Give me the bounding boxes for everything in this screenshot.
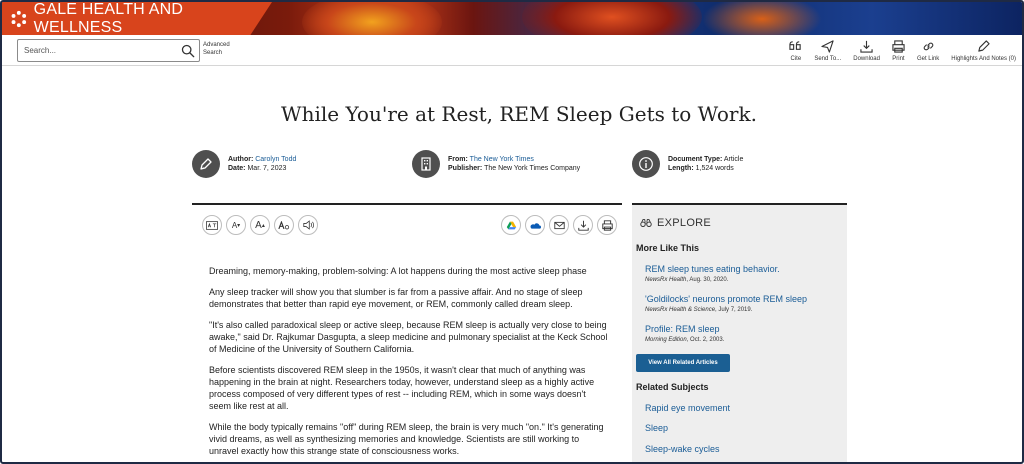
- advanced-search-link[interactable]: Advanced Search: [203, 41, 243, 57]
- related-article: REM sleep tunes eating behavior. NewsRx …: [645, 264, 845, 283]
- get-link-label: Get Link: [916, 56, 940, 62]
- print-article-button[interactable]: [597, 215, 617, 235]
- related-article-date: , Aug. 30, 2020.: [686, 277, 729, 283]
- doctype-meta: Document Type: Article Length: 1,524 wor…: [632, 150, 743, 178]
- onedrive-button[interactable]: [525, 215, 545, 235]
- decrease-text-size-button[interactable]: A ▾: [226, 215, 246, 235]
- related-subjects-heading: Related Subjects: [636, 382, 709, 392]
- explore-heading: EXPLORE: [640, 217, 711, 229]
- source-meta: From: The New York Times Publisher: The …: [412, 150, 580, 178]
- author-meta: Author: Carolyn Todd Date: Mar. 7, 2023: [192, 150, 296, 178]
- article-paragraph: While the body typically remains "off" d…: [209, 422, 604, 456]
- related-article-link[interactable]: REM sleep tunes eating behavior.: [645, 264, 845, 274]
- send-to-label: Send To...: [814, 56, 842, 62]
- font-style-icon: [278, 220, 290, 229]
- reader-tools: A ▾ A ▴: [202, 215, 322, 235]
- google-drive-icon: [506, 221, 516, 229]
- highlights-notes-button[interactable]: Highlights And Notes (0): [951, 40, 1016, 62]
- download-icon: [860, 40, 873, 53]
- highlights-notes-label: Highlights And Notes (0): [951, 56, 1016, 62]
- print-icon: [892, 40, 905, 53]
- explore-panel: EXPLORE More Like This REM sleep tunes e…: [632, 205, 847, 462]
- download-icon: [577, 220, 589, 231]
- article-paragraph: Any sleep tracker will show you that slu…: [209, 287, 583, 309]
- text-size-large-label: A: [255, 219, 262, 231]
- print-icon: [601, 219, 613, 231]
- translate-button[interactable]: [202, 215, 222, 235]
- related-article-source: NewsRx Health & Science: [645, 307, 716, 313]
- email-icon: [553, 221, 565, 229]
- author-link[interactable]: Carolyn Todd: [255, 156, 296, 163]
- brand-name: GALE HEALTH AND WELLNESS: [33, 0, 184, 36]
- info-icon: [632, 150, 660, 178]
- view-all-related-button[interactable]: View All Related Articles: [636, 354, 730, 372]
- window-frame: GALE HEALTH AND WELLNESS Advanced Search…: [0, 0, 1024, 464]
- related-article-link[interactable]: 'Goldilocks' neurons promote REM sleep: [645, 294, 845, 304]
- increase-text-size-button[interactable]: A ▴: [250, 215, 270, 235]
- cite-button[interactable]: Cite: [789, 40, 802, 62]
- related-article: Profile: REM sleep Morning Edition, Oct.…: [645, 324, 845, 343]
- explore-title: EXPLORE: [657, 217, 712, 229]
- related-article-date: , Oct. 2, 2003.: [686, 337, 725, 343]
- translate-icon: [206, 220, 218, 230]
- get-link-button[interactable]: Get Link: [917, 40, 939, 62]
- doctype-label: Document Type:: [668, 156, 723, 163]
- share-tools: [497, 215, 617, 235]
- date-label: Date:: [228, 165, 246, 172]
- print-button[interactable]: Print: [892, 40, 905, 62]
- publisher-label: Publisher:: [448, 165, 483, 172]
- binoculars-icon: [640, 219, 652, 227]
- listen-button[interactable]: [298, 215, 318, 235]
- brand-logo[interactable]: GALE HEALTH AND WELLNESS: [2, 2, 272, 35]
- article-body: Dreaming, memory-making, problem-solving…: [209, 265, 609, 462]
- print-label: Print: [892, 56, 905, 62]
- author-label: Author:: [228, 156, 254, 163]
- toolbar: Advanced Search Cite Send To... Download…: [2, 35, 1022, 66]
- search-icon[interactable]: [181, 44, 195, 58]
- related-article-source: NewsRx Health: [645, 277, 687, 283]
- download-article-button[interactable]: [573, 215, 593, 235]
- speaker-icon: [302, 220, 314, 230]
- document-title: While You're at Rest, REM Sleep Gets to …: [281, 102, 757, 126]
- related-article: 'Goldilocks' neurons promote REM sleep N…: [645, 294, 845, 313]
- building-icon: [412, 150, 440, 178]
- related-article-link[interactable]: Profile: REM sleep: [645, 324, 845, 334]
- download-button[interactable]: Download: [853, 40, 880, 62]
- email-button[interactable]: [549, 215, 569, 235]
- article-divider: [192, 203, 622, 205]
- google-drive-button[interactable]: [501, 215, 521, 235]
- subject-link[interactable]: Rapid eye movement: [645, 403, 730, 413]
- search-box: [17, 39, 200, 62]
- pen-icon: [192, 150, 220, 178]
- article-paragraph: Before scientists discovered REM sleep i…: [209, 365, 595, 411]
- subject-link[interactable]: Sleep-wake cycles: [645, 444, 720, 454]
- subject-link[interactable]: Sleep: [645, 423, 668, 433]
- related-article-date: , July 7, 2019.: [715, 307, 753, 313]
- font-style-button[interactable]: [274, 215, 294, 235]
- link-icon: [923, 42, 933, 51]
- from-label: From:: [448, 156, 468, 163]
- send-icon: [821, 40, 834, 53]
- doctype-value: Article: [723, 156, 744, 163]
- cite-label: Cite: [790, 56, 802, 62]
- onedrive-icon: [530, 222, 541, 229]
- article-paragraph: "It's also called paradoxical sleep or a…: [209, 320, 608, 354]
- more-like-this-heading: More Like This: [636, 243, 700, 253]
- download-label: Download: [853, 56, 880, 62]
- quote-icon: [789, 41, 802, 50]
- date-value: Mar. 7, 2023: [247, 165, 287, 172]
- length-label: Length:: [668, 165, 694, 172]
- gale-logo-icon: [11, 10, 27, 27]
- search-input[interactable]: [24, 43, 174, 58]
- length-value: 1,524 words: [695, 165, 734, 172]
- send-to-button[interactable]: Send To...: [814, 40, 841, 62]
- source-link[interactable]: The New York Times: [470, 156, 534, 163]
- publisher-value: The New York Times Company: [484, 165, 581, 172]
- article-subtitle: Dreaming, memory-making, problem-solving…: [209, 266, 587, 276]
- pencil-icon: [978, 40, 990, 52]
- tool-group: Cite Send To... Download Print Get Link …: [777, 40, 1016, 62]
- related-article-source: Morning Edition: [645, 337, 687, 343]
- header-banner: GALE HEALTH AND WELLNESS: [2, 2, 1022, 52]
